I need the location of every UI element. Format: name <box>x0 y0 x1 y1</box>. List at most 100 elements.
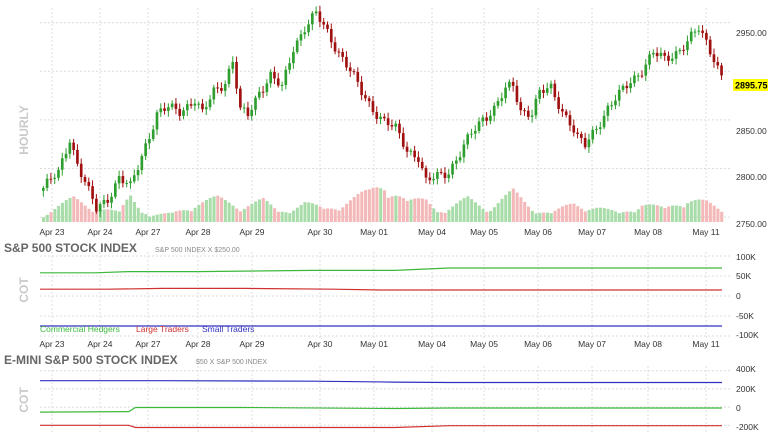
volume-bar <box>318 206 322 222</box>
time-axis-label: May 06 <box>524 339 552 349</box>
time-axis-label: May 07 <box>578 339 606 349</box>
volume-bar <box>242 208 246 222</box>
volume-bar <box>383 190 387 222</box>
candle-body <box>451 163 454 175</box>
candle-body <box>53 177 57 179</box>
candle-body <box>212 87 216 100</box>
volume-bar <box>45 214 49 222</box>
price-tick: 2800.00 <box>736 172 767 182</box>
cot-tick: 400K <box>736 364 756 374</box>
volume-bar <box>640 205 644 222</box>
time-axis-label: Apr 23 <box>39 227 64 237</box>
panel-subtitle: $50 X S&P 500 INDEX <box>196 359 267 366</box>
cot-panel-2-series <box>39 380 722 429</box>
candle-body <box>329 28 333 43</box>
candle-body <box>447 174 451 179</box>
volume-bar <box>42 217 46 222</box>
volume-bar <box>534 213 538 222</box>
volume-bar <box>606 208 610 222</box>
volume-bar <box>553 210 557 222</box>
volume-bar <box>542 212 546 222</box>
volume-bar <box>185 210 190 222</box>
candle-body <box>454 160 458 164</box>
volume-bar <box>720 211 724 222</box>
candle-body <box>379 116 382 119</box>
cot-tick: 50K <box>736 271 751 281</box>
candle-body <box>64 153 68 159</box>
time-axis-cot: Apr 23 Apr 24 Apr 27 Apr 28 Apr 29 Apr 30 May … <box>39 339 719 349</box>
volume-bar <box>473 202 477 222</box>
volume-bar <box>674 205 678 222</box>
candle-body <box>466 134 470 145</box>
candle-body <box>617 89 621 101</box>
volume-bar <box>420 198 424 222</box>
candle-body <box>269 71 272 84</box>
candle-body <box>553 83 557 98</box>
time-axis-label: May 11 <box>692 339 720 349</box>
candle-body <box>602 115 606 128</box>
volume-bar <box>583 211 587 222</box>
cot-tick: 0 <box>736 403 741 413</box>
volume-bar <box>197 205 201 222</box>
legend-commercial-hedgers: Commercial Hedgers <box>40 324 120 334</box>
volume-bar <box>348 200 352 222</box>
volume-bar <box>401 198 405 222</box>
candle-body <box>91 186 94 199</box>
candle-body <box>314 11 318 14</box>
candle-body <box>288 63 291 70</box>
volume-bar <box>307 202 311 222</box>
volume-bar <box>451 206 455 222</box>
volume-bar <box>458 200 462 222</box>
volume-bar <box>557 208 561 222</box>
candle-body <box>625 85 629 89</box>
candle-body <box>303 32 307 35</box>
volume-bar <box>568 203 572 222</box>
volume-bar <box>530 210 534 222</box>
candle-body <box>163 108 166 111</box>
panel-title: E-MINI S&P 500 STOCK INDEX <box>4 353 178 367</box>
candle-body <box>644 64 648 76</box>
price-candles[interactable] <box>42 5 723 218</box>
market-chart[interactable]: HOURLY 2950.00 2850.00 2800.00 2750.00 2… <box>0 0 768 432</box>
candle-body <box>428 177 432 181</box>
volume-bar <box>110 209 114 222</box>
volume-bar <box>705 200 709 222</box>
time-axis-label: May 08 <box>634 339 662 349</box>
candle-body <box>140 156 144 171</box>
candle-body <box>174 103 178 109</box>
candle-body <box>564 111 568 116</box>
volume-bar <box>121 205 125 222</box>
volume-bar <box>333 209 337 222</box>
volume-bar <box>701 199 705 222</box>
candle-body <box>348 67 352 72</box>
cot-side-label: COT <box>17 277 31 303</box>
candle-body <box>561 108 564 112</box>
volume-bar <box>659 206 663 222</box>
volume-bar <box>405 201 409 222</box>
volume-bar <box>682 207 686 222</box>
candle-body <box>170 103 174 108</box>
time-axis-label: May 05 <box>470 227 498 237</box>
volume-bar <box>235 208 239 222</box>
volume-bar <box>113 210 118 222</box>
candle-body <box>640 75 644 77</box>
cot-panel-1-series <box>40 267 722 327</box>
volume-bar <box>462 198 466 222</box>
cot-series-line <box>40 287 722 291</box>
candle-body <box>587 139 591 148</box>
volume-bar <box>174 211 178 222</box>
candle-body <box>458 157 462 161</box>
volume-bar <box>693 200 697 222</box>
candle-body <box>235 61 238 89</box>
volume-bar <box>367 189 371 222</box>
volume-bar <box>303 202 307 222</box>
candle-body <box>409 150 413 152</box>
candle-body <box>246 107 250 116</box>
volume-bar <box>432 208 436 222</box>
volume-bar <box>193 207 197 222</box>
candle-body <box>280 84 284 86</box>
candle-body <box>390 125 394 127</box>
volume-bar <box>269 204 273 222</box>
candle-body <box>254 97 257 110</box>
candle-body <box>508 81 511 88</box>
